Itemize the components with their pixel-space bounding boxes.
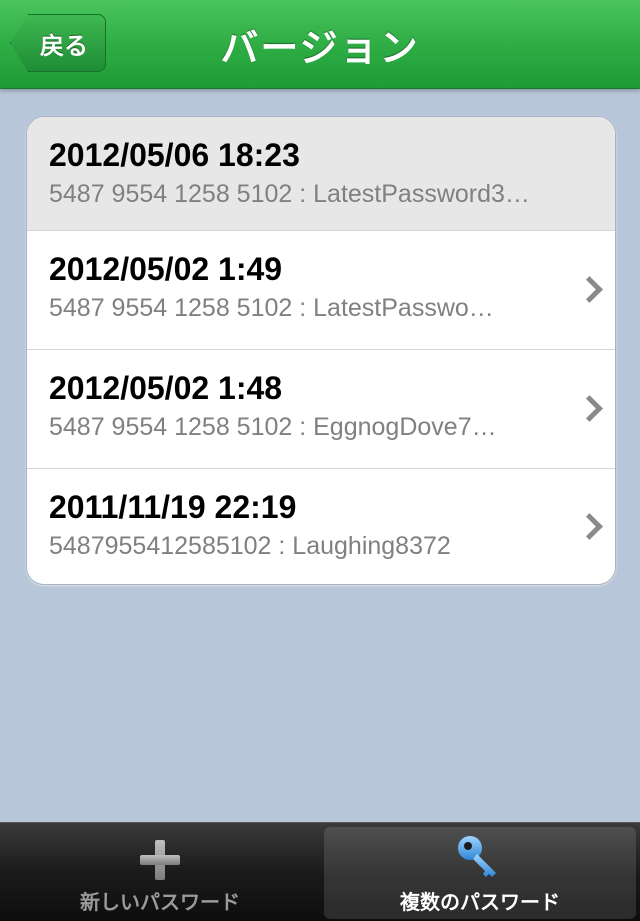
tab-multiple-passwords[interactable]: 複数のパスワード bbox=[324, 827, 636, 919]
version-row[interactable]: 2012/05/02 1:48 5487 9554 1258 5102 : Eg… bbox=[27, 350, 615, 469]
version-date: 2012/05/02 1:49 bbox=[49, 251, 283, 287]
version-detail: 5487 9554 1258 5102 : LatestPasswo… bbox=[49, 294, 494, 322]
version-row-current: 2012/05/06 18:23 5487 9554 1258 5102 : L… bbox=[27, 117, 615, 231]
version-list: 2012/05/06 18:23 5487 9554 1258 5102 : L… bbox=[26, 116, 616, 585]
version-date: 2011/11/19 22:19 bbox=[49, 489, 297, 525]
tab-new-password[interactable]: 新しいパスワード bbox=[4, 827, 316, 919]
version-row[interactable]: 2012/05/02 1:49 5487 9554 1258 5102 : La… bbox=[27, 231, 615, 350]
version-detail: 5487 9554 1258 5102 : LatestPassword3… bbox=[49, 180, 530, 208]
version-detail: 5487 9554 1258 5102 : EggnogDove7… bbox=[49, 413, 497, 441]
version-row[interactable]: 2011/11/19 22:19 5487955412585102 : Laug… bbox=[27, 469, 615, 584]
key-icon bbox=[458, 836, 496, 877]
tab-bar: 新しいパスワード 複数のパスワード bbox=[0, 822, 640, 921]
tab-label: 複数のパスワード bbox=[400, 892, 560, 914]
navigation-bar: 戻る バージョン bbox=[0, 0, 640, 89]
version-detail: 5487955412585102 : Laughing8372 bbox=[49, 532, 451, 560]
version-date: 2012/05/06 18:23 bbox=[49, 137, 300, 173]
tab-label: 新しいパスワード bbox=[80, 892, 240, 914]
page-title: バージョン bbox=[220, 27, 420, 70]
version-date: 2012/05/02 1:48 bbox=[49, 370, 283, 406]
plus-icon bbox=[140, 840, 180, 880]
